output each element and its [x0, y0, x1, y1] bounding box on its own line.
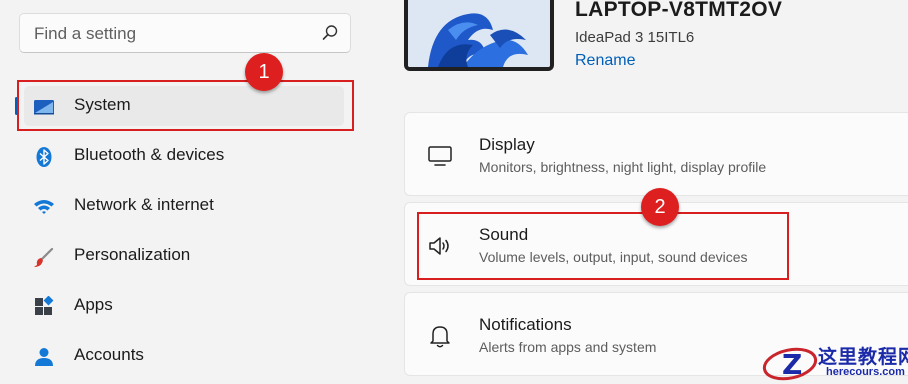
- sidebar-item-label: Bluetooth & devices: [74, 145, 225, 164]
- display-settings-card[interactable]: Display Monitors, brightness, night ligh…: [404, 112, 908, 196]
- rename-link[interactable]: Rename: [575, 52, 635, 70]
- watermark-logo-icon: Z: [762, 347, 818, 381]
- annotation-highlight-system: [17, 80, 354, 131]
- device-name: LAPTOP-V8TMT2OV: [575, 0, 783, 21]
- sidebar-item-label: Apps: [74, 295, 113, 314]
- watermark-title: 这里教程网: [818, 346, 908, 368]
- annotation-step-badge-2: 2: [641, 188, 679, 226]
- card-subtitle: Alerts from apps and system: [479, 339, 657, 355]
- annotation-step-badge-1: 1: [245, 53, 283, 91]
- watermark: Z 这里教程网 herecours.com: [760, 340, 908, 384]
- sidebar-item-apps[interactable]: Apps: [24, 286, 344, 326]
- sidebar-item-label: Network & internet: [74, 195, 214, 214]
- card-title: Notifications: [479, 315, 572, 334]
- bluetooth-icon: [36, 147, 52, 167]
- wifi-icon: [34, 200, 54, 214]
- sidebar-item-label: Accounts: [74, 345, 144, 364]
- sidebar-item-accounts[interactable]: Accounts: [24, 336, 344, 376]
- device-model: IdeaPad 3 15ITL6: [575, 29, 695, 46]
- watermark-url: herecours.com: [826, 366, 905, 378]
- sidebar-item-network[interactable]: Network & internet: [24, 186, 344, 226]
- card-title: Display: [479, 135, 535, 154]
- sidebar-item-bluetooth[interactable]: Bluetooth & devices: [24, 136, 344, 176]
- paint-brush-icon: [34, 247, 54, 267]
- monitor-icon: [428, 146, 452, 166]
- bell-icon: [430, 326, 450, 348]
- card-subtitle: Monitors, brightness, night light, displ…: [479, 159, 767, 175]
- apps-icon: [35, 296, 54, 315]
- search-input[interactable]: [32, 22, 316, 46]
- settings-search-box[interactable]: [19, 13, 351, 53]
- search-icon[interactable]: [320, 23, 340, 43]
- sidebar-item-personalization[interactable]: Personalization: [24, 236, 344, 276]
- annotation-highlight-sound: [417, 212, 789, 280]
- wallpaper-bloom-image: [408, 0, 550, 67]
- account-icon: [35, 348, 53, 366]
- device-thumbnail: [404, 0, 554, 71]
- sidebar-item-label: Personalization: [74, 245, 191, 264]
- svg-text:Z: Z: [782, 348, 802, 381]
